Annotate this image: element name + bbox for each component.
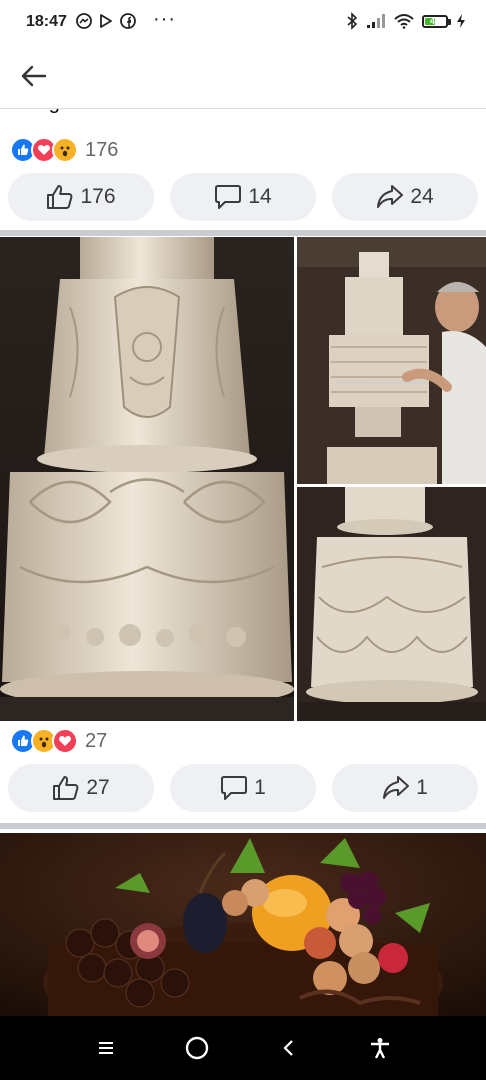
back-icon bbox=[283, 1040, 293, 1056]
play-store-icon bbox=[100, 14, 112, 28]
signal-icon bbox=[367, 14, 385, 28]
love-reaction-icon bbox=[52, 728, 78, 754]
accessibility-icon bbox=[371, 1038, 390, 1059]
post1-share-button[interactable]: 24 bbox=[332, 173, 478, 221]
menu-button[interactable] bbox=[86, 1028, 126, 1068]
post2-comment-count: 1 bbox=[254, 776, 266, 799]
post1-like-count: 176 bbox=[80, 185, 116, 208]
status-system-icons: 44 bbox=[346, 12, 466, 30]
post2-photo-grid bbox=[0, 237, 486, 721]
post1-like-button[interactable]: 176 bbox=[8, 173, 154, 221]
facebook-icon bbox=[120, 13, 136, 29]
post2-comment-button[interactable]: 1 bbox=[170, 764, 316, 812]
post2-share-count: 1 bbox=[416, 776, 428, 799]
battery-level: 44 bbox=[429, 15, 440, 26]
accessibility-button[interactable] bbox=[360, 1028, 400, 1068]
system-navigation-bar bbox=[0, 1016, 486, 1080]
comment-icon bbox=[221, 776, 248, 800]
post2-like-button[interactable]: 27 bbox=[8, 764, 154, 812]
post-separator bbox=[0, 823, 486, 829]
wifi-icon bbox=[394, 14, 414, 29]
home-button[interactable] bbox=[177, 1028, 217, 1068]
post1-reactions-summary[interactable]: 176 bbox=[10, 137, 118, 163]
status-notification-icons bbox=[76, 13, 136, 29]
menu-icon bbox=[98, 1042, 113, 1054]
status-overflow-dots: ··· bbox=[153, 8, 176, 30]
messenger-icon bbox=[76, 13, 92, 29]
wow-reaction-icon bbox=[52, 137, 78, 163]
thumbs-up-icon bbox=[47, 185, 73, 209]
thumbs-up-icon bbox=[53, 776, 79, 800]
photo-baker-carving-cake[interactable] bbox=[297, 237, 486, 484]
app-header bbox=[0, 44, 486, 109]
post2-share-button[interactable]: 1 bbox=[332, 764, 478, 812]
back-button[interactable] bbox=[12, 54, 56, 98]
photo-chocolate-fruit-cake[interactable] bbox=[0, 833, 486, 1016]
charging-icon bbox=[457, 14, 465, 28]
post1-action-bar: 176 14 24 bbox=[8, 173, 478, 221]
nav-back-button[interactable] bbox=[269, 1028, 309, 1068]
post-separator bbox=[0, 230, 486, 236]
photo-lace-white-cake[interactable] bbox=[297, 487, 486, 721]
home-icon bbox=[186, 1036, 209, 1060]
post2-action-bar: 27 1 1 bbox=[8, 764, 478, 812]
status-time: 18:47 bbox=[26, 13, 67, 30]
bluetooth-icon bbox=[347, 12, 358, 30]
post1-share-count: 24 bbox=[410, 185, 434, 208]
comment-icon bbox=[215, 185, 242, 209]
battery-icon: 44 bbox=[422, 14, 451, 28]
share-icon bbox=[377, 185, 404, 208]
photo-ornate-white-cake[interactable] bbox=[0, 237, 294, 721]
arrow-left-icon bbox=[21, 65, 47, 87]
post2-reaction-count: 27 bbox=[85, 729, 108, 752]
post2-reactions-summary[interactable]: 27 bbox=[10, 728, 107, 754]
post1-comment-button[interactable]: 14 bbox=[170, 173, 316, 221]
post1-reaction-count: 176 bbox=[85, 138, 119, 161]
post1-comment-count: 14 bbox=[248, 185, 272, 208]
share-icon bbox=[383, 776, 410, 799]
post2-like-count: 27 bbox=[86, 776, 110, 799]
status-bar: 18:47 ··· 44 bbox=[0, 0, 486, 44]
